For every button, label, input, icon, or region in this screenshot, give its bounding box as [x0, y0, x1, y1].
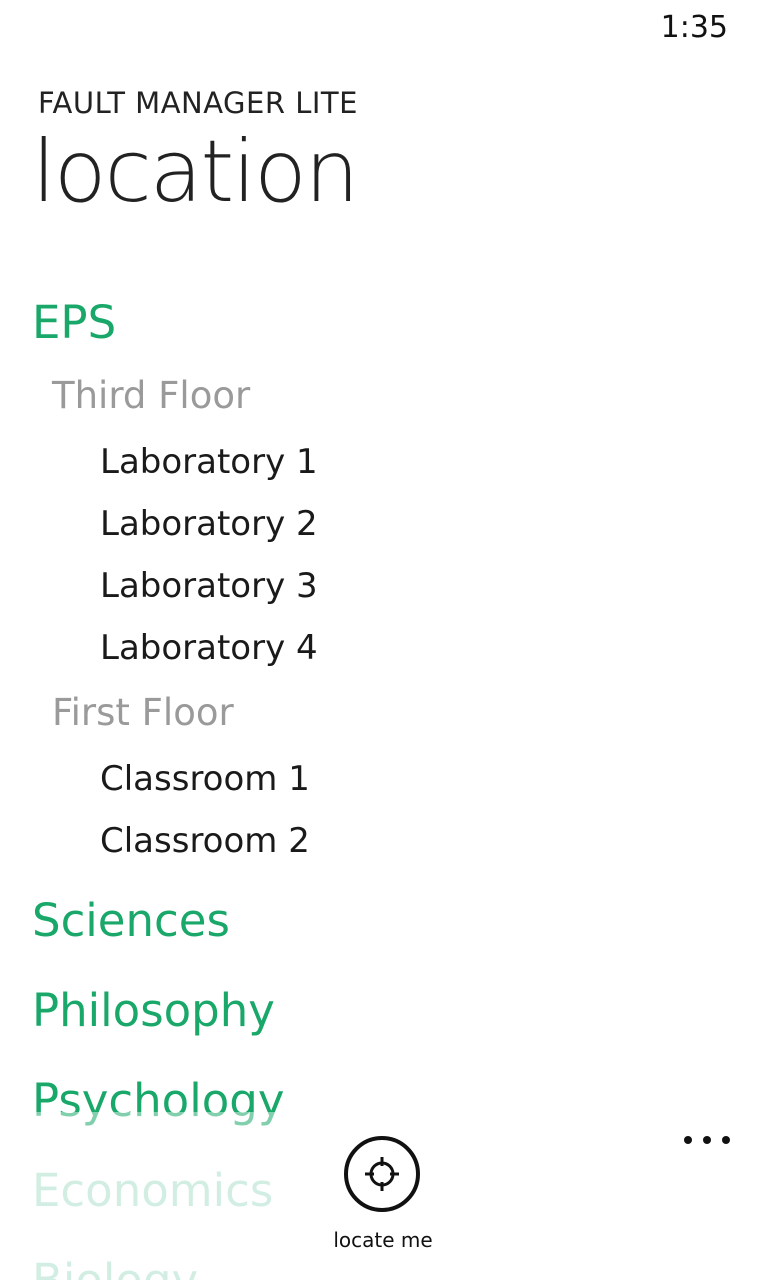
- locate-me-button[interactable]: [344, 1136, 420, 1212]
- floor-first-floor[interactable]: First Floor: [52, 691, 234, 734]
- status-time: 1:35: [660, 10, 728, 45]
- building-economics[interactable]: Economics: [32, 1164, 273, 1217]
- crosshair-icon: [365, 1157, 399, 1191]
- building-philosophy[interactable]: Philosophy: [32, 984, 275, 1037]
- building-eps[interactable]: EPS: [32, 296, 116, 349]
- building-biology[interactable]: Biology: [32, 1254, 198, 1280]
- room-classroom-1[interactable]: Classroom 1: [100, 759, 310, 799]
- room-laboratory-2[interactable]: Laboratory 2: [100, 504, 318, 544]
- screen: 1:35 FAULT MANAGER LITE location EPS Thi…: [0, 0, 768, 1280]
- room-laboratory-1[interactable]: Laboratory 1: [100, 442, 318, 482]
- room-laboratory-3[interactable]: Laboratory 3: [100, 566, 318, 606]
- locate-me-label: locate me: [333, 1228, 433, 1252]
- building-psychology[interactable]: Psychology: [32, 1074, 284, 1127]
- floor-third-floor[interactable]: Third Floor: [52, 374, 250, 417]
- more-icon[interactable]: [684, 1128, 730, 1154]
- room-classroom-2[interactable]: Classroom 2: [100, 821, 310, 861]
- room-laboratory-4[interactable]: Laboratory 4: [100, 628, 318, 668]
- app-title: FAULT MANAGER LITE: [38, 86, 358, 120]
- page-title: location: [32, 122, 359, 222]
- building-sciences[interactable]: Sciences: [32, 894, 230, 947]
